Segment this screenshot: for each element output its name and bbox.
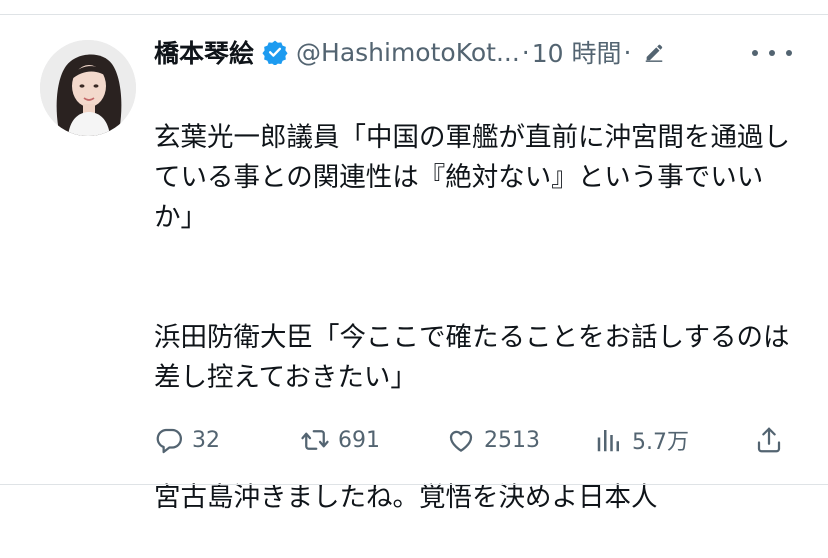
- like-button[interactable]: 2513: [446, 420, 540, 460]
- retweet-icon: [301, 430, 329, 450]
- retweet-button[interactable]: 691: [300, 420, 380, 460]
- like-icon: [449, 430, 473, 452]
- avatar[interactable]: [40, 40, 136, 136]
- more-dot: [752, 50, 758, 56]
- more-dot: [786, 50, 792, 56]
- more-dot: [769, 50, 775, 56]
- retweet-count: 691: [338, 427, 380, 453]
- tweet-text: 玄葉光一郎議員「中国の軍艦が直前に沖宮間を通過している事との関連性は『絶対ない』…: [154, 78, 794, 558]
- views-count: 5.7万: [632, 430, 689, 455]
- share-icon: [757, 427, 781, 453]
- share-button[interactable]: [754, 420, 784, 460]
- edit-icon: [643, 41, 665, 63]
- views-button[interactable]: 5.7万: [594, 420, 689, 460]
- author-name[interactable]: 橋本琴絵: [154, 34, 254, 70]
- views-icon: [597, 430, 619, 452]
- author-handle[interactable]: @HashimotoKot...: [296, 38, 520, 67]
- like-count: 2513: [484, 427, 540, 453]
- tweet-time[interactable]: 10 時間: [532, 34, 622, 70]
- reply-icon: [156, 428, 182, 454]
- tweet-paragraph: 浜田防衛大臣「今ここで確たることをお話しするのは差し控えておきたい」: [154, 322, 790, 393]
- top-divider: [0, 14, 828, 15]
- separator-dot: ·: [521, 37, 530, 67]
- avatar-image: [40, 40, 136, 136]
- bottom-divider: [0, 484, 828, 485]
- separator-dot-2: ·: [623, 37, 632, 67]
- tweet-paragraph: 玄葉光一郎議員「中国の軍艦が直前に沖宮間を通過している事との関連性は『絶対ない』…: [154, 122, 790, 233]
- more-icon[interactable]: [752, 40, 792, 66]
- reply-count: 32: [192, 427, 220, 453]
- verified-badge-icon: [262, 39, 288, 65]
- reply-button[interactable]: 32: [154, 420, 220, 460]
- tweet-header: 橋本琴絵 @HashimotoKot... · 10 時間 ·: [154, 34, 665, 70]
- action-bar: 32 691 2513 5.7万: [154, 420, 794, 460]
